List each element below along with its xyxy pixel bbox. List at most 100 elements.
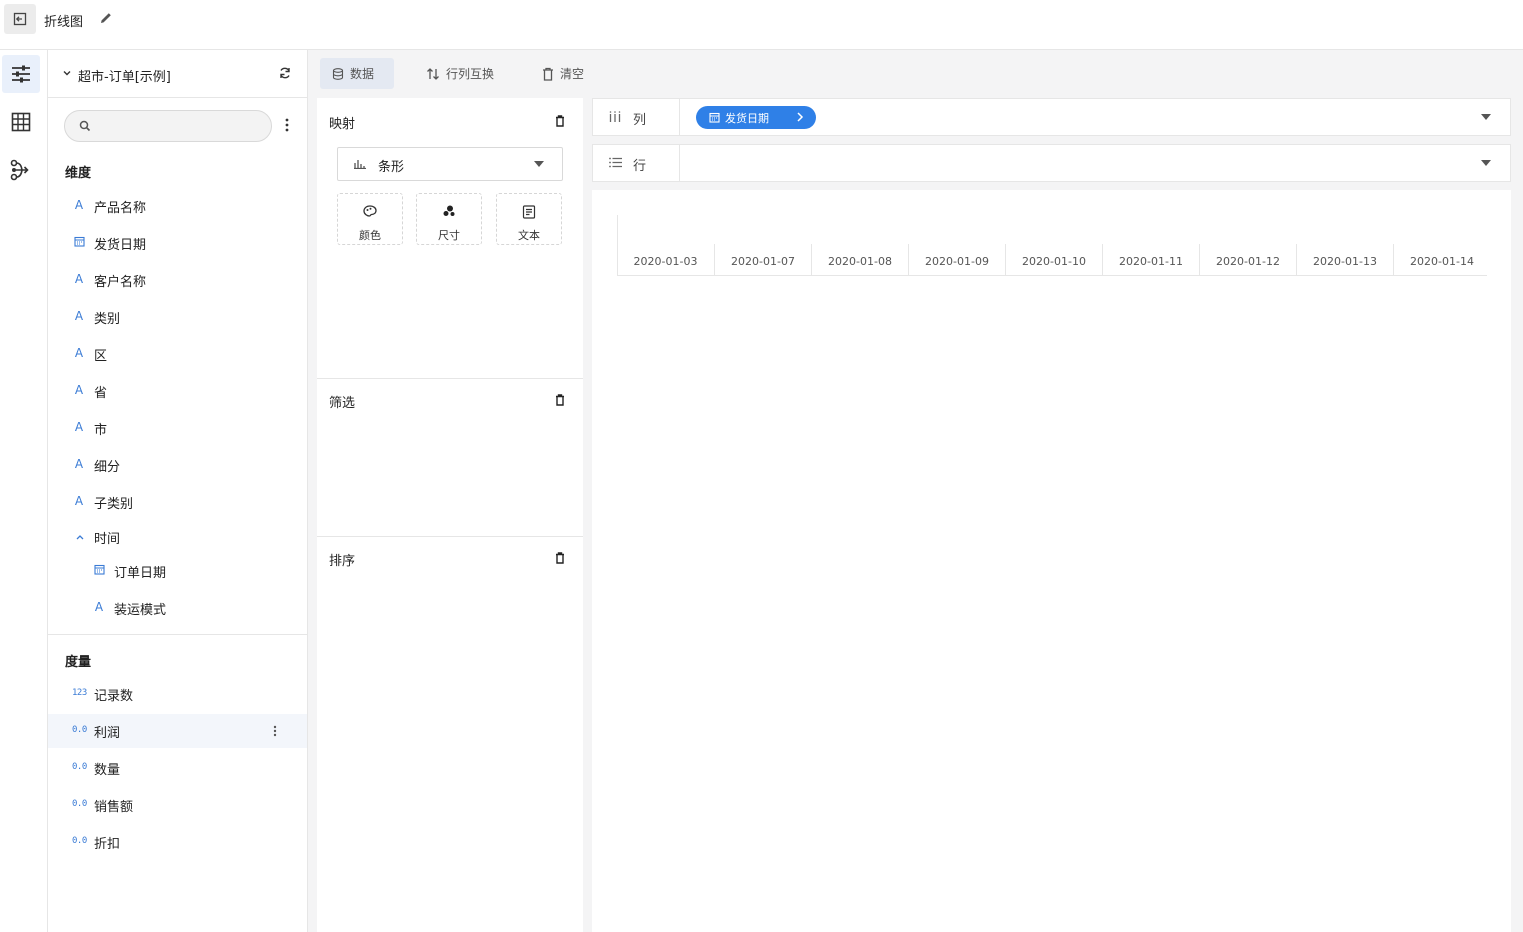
datasource-header[interactable]: 超市-订单[示例]	[48, 50, 307, 98]
text-doc-icon	[522, 205, 536, 219]
clear-filter-icon[interactable]	[555, 394, 565, 406]
color-encoding-button[interactable]: 颜色	[337, 193, 403, 245]
field-item[interactable]: 123 记录数	[48, 677, 307, 711]
database-icon	[332, 67, 344, 80]
search-icon	[79, 120, 91, 132]
columns-shelf[interactable]: 列 发货日期	[592, 98, 1511, 136]
bar-chart-icon	[354, 160, 366, 169]
clear-sort-icon[interactable]	[555, 552, 565, 564]
field-more-icon[interactable]	[273, 725, 277, 737]
exit-button[interactable]	[4, 4, 36, 34]
swap-rows-columns-button[interactable]: 行列互换	[414, 58, 506, 89]
field-item[interactable]: 0.0 折扣	[48, 825, 307, 859]
field-label: 产品名称	[94, 201, 147, 216]
more-options-icon[interactable]	[284, 118, 290, 132]
field-item[interactable]: A 子类别	[48, 485, 307, 519]
flow-icon	[10, 159, 29, 181]
field-label: 市	[94, 423, 108, 438]
x-axis-tick-label: 2020-01-08	[811, 244, 908, 276]
text-type-icon: A	[94, 600, 104, 614]
columns-label: 列	[633, 113, 647, 128]
page-title: 折线图	[44, 15, 84, 30]
caret-down-icon[interactable]	[1481, 160, 1491, 166]
field-group-time[interactable]: 时间	[48, 520, 307, 554]
swap-icon	[427, 67, 439, 80]
field-item[interactable]: 0.0 销售额	[48, 788, 307, 822]
rows-label: 行	[633, 159, 647, 174]
swap-button-label: 行列互换	[446, 67, 495, 81]
clear-button[interactable]: 清空	[530, 58, 596, 89]
search-input[interactable]	[99, 117, 259, 135]
palette-icon	[363, 205, 377, 217]
field-label: 销售额	[94, 800, 134, 815]
column-pill-label: 发货日期	[725, 112, 769, 125]
datasource-name[interactable]: 超市-订单[示例]	[78, 66, 171, 85]
x-axis-tick-label: 2020-01-12	[1199, 244, 1296, 276]
field-panel: 超市-订单[示例] 维度 A 产品名称 发货日期 A 客户名称 A 类别 A 区 A 省 A 市 A 细分 A…	[48, 50, 308, 932]
refresh-icon[interactable]	[278, 66, 292, 80]
mapping-title: 映射	[329, 117, 356, 132]
text-type-icon: A	[74, 309, 84, 323]
text-type-icon: A	[74, 494, 84, 508]
data-button-label: 数据	[350, 67, 375, 81]
field-search[interactable]	[64, 110, 272, 142]
clear-mapping-icon[interactable]	[555, 115, 565, 127]
rail-flow[interactable]	[2, 151, 40, 189]
column-field-pill[interactable]: 发货日期	[696, 106, 816, 129]
field-label: 记录数	[94, 689, 134, 704]
field-label: 数量	[94, 763, 121, 778]
exit-icon	[13, 12, 27, 26]
text-encoding-button[interactable]: 文本	[496, 193, 562, 245]
field-item[interactable]: A 细分	[48, 448, 307, 482]
field-item[interactable]: 订单日期	[48, 554, 307, 588]
field-label: 发货日期	[94, 238, 147, 253]
edit-title-icon[interactable]	[98, 10, 114, 26]
chevron-up-icon	[76, 535, 84, 540]
clear-button-label: 清空	[560, 67, 585, 81]
x-axis-tick-label: 2020-01-14	[1393, 244, 1490, 276]
section-divider	[317, 536, 583, 537]
decimal-type-icon: 0.0	[72, 836, 87, 846]
field-label: 子类别	[94, 497, 134, 512]
x-axis-tick-label: 2020-01-13	[1296, 244, 1393, 276]
field-item[interactable]: 0.0 数量	[48, 751, 307, 785]
section-divider	[48, 634, 307, 635]
field-item[interactable]: A 类别	[48, 300, 307, 334]
chevron-down-icon[interactable]	[62, 68, 72, 78]
text-type-icon: A	[74, 346, 84, 360]
caret-down-icon	[534, 161, 544, 167]
field-item[interactable]: 发货日期	[48, 226, 307, 260]
x-axis-tick-label: 2020-01-07	[714, 244, 811, 276]
dimensions-title: 维度	[65, 166, 92, 181]
field-label: 利润	[94, 726, 121, 741]
rail-chart-settings[interactable]	[2, 55, 40, 93]
section-divider	[317, 378, 583, 379]
rows-shelf[interactable]: 行	[592, 144, 1511, 182]
rail-table[interactable]	[2, 103, 40, 141]
field-item[interactable]: 0.0 利润	[48, 714, 307, 748]
chart-type-select[interactable]: 条形	[337, 147, 563, 181]
settings-sliders-icon	[12, 65, 30, 83]
caret-down-icon[interactable]	[1481, 114, 1491, 120]
field-item[interactable]: A 装运模式	[48, 591, 307, 625]
shelf-divider	[679, 145, 680, 181]
size-dots-icon	[443, 205, 455, 216]
field-item[interactable]: A省	[48, 374, 307, 408]
color-label: 颜色	[359, 229, 381, 242]
field-label: 省	[94, 386, 108, 401]
measures-title: 度量	[65, 655, 92, 670]
decimal-type-icon: 0.0	[72, 799, 87, 809]
columns-icon	[609, 111, 621, 122]
calendar-icon	[72, 236, 86, 252]
field-item[interactable]: A区	[48, 337, 307, 371]
size-encoding-button[interactable]: 尺寸	[416, 193, 482, 245]
data-button[interactable]: 数据	[320, 58, 394, 89]
chevron-right-icon[interactable]	[796, 112, 804, 122]
field-label: 装运模式	[114, 603, 167, 618]
field-label: 类别	[94, 312, 121, 327]
field-item[interactable]: A 产品名称	[48, 189, 307, 223]
field-item[interactable]: A 客户名称	[48, 263, 307, 297]
rows-icon	[609, 157, 622, 168]
field-item[interactable]: A市	[48, 411, 307, 445]
calendar-icon	[709, 112, 720, 123]
